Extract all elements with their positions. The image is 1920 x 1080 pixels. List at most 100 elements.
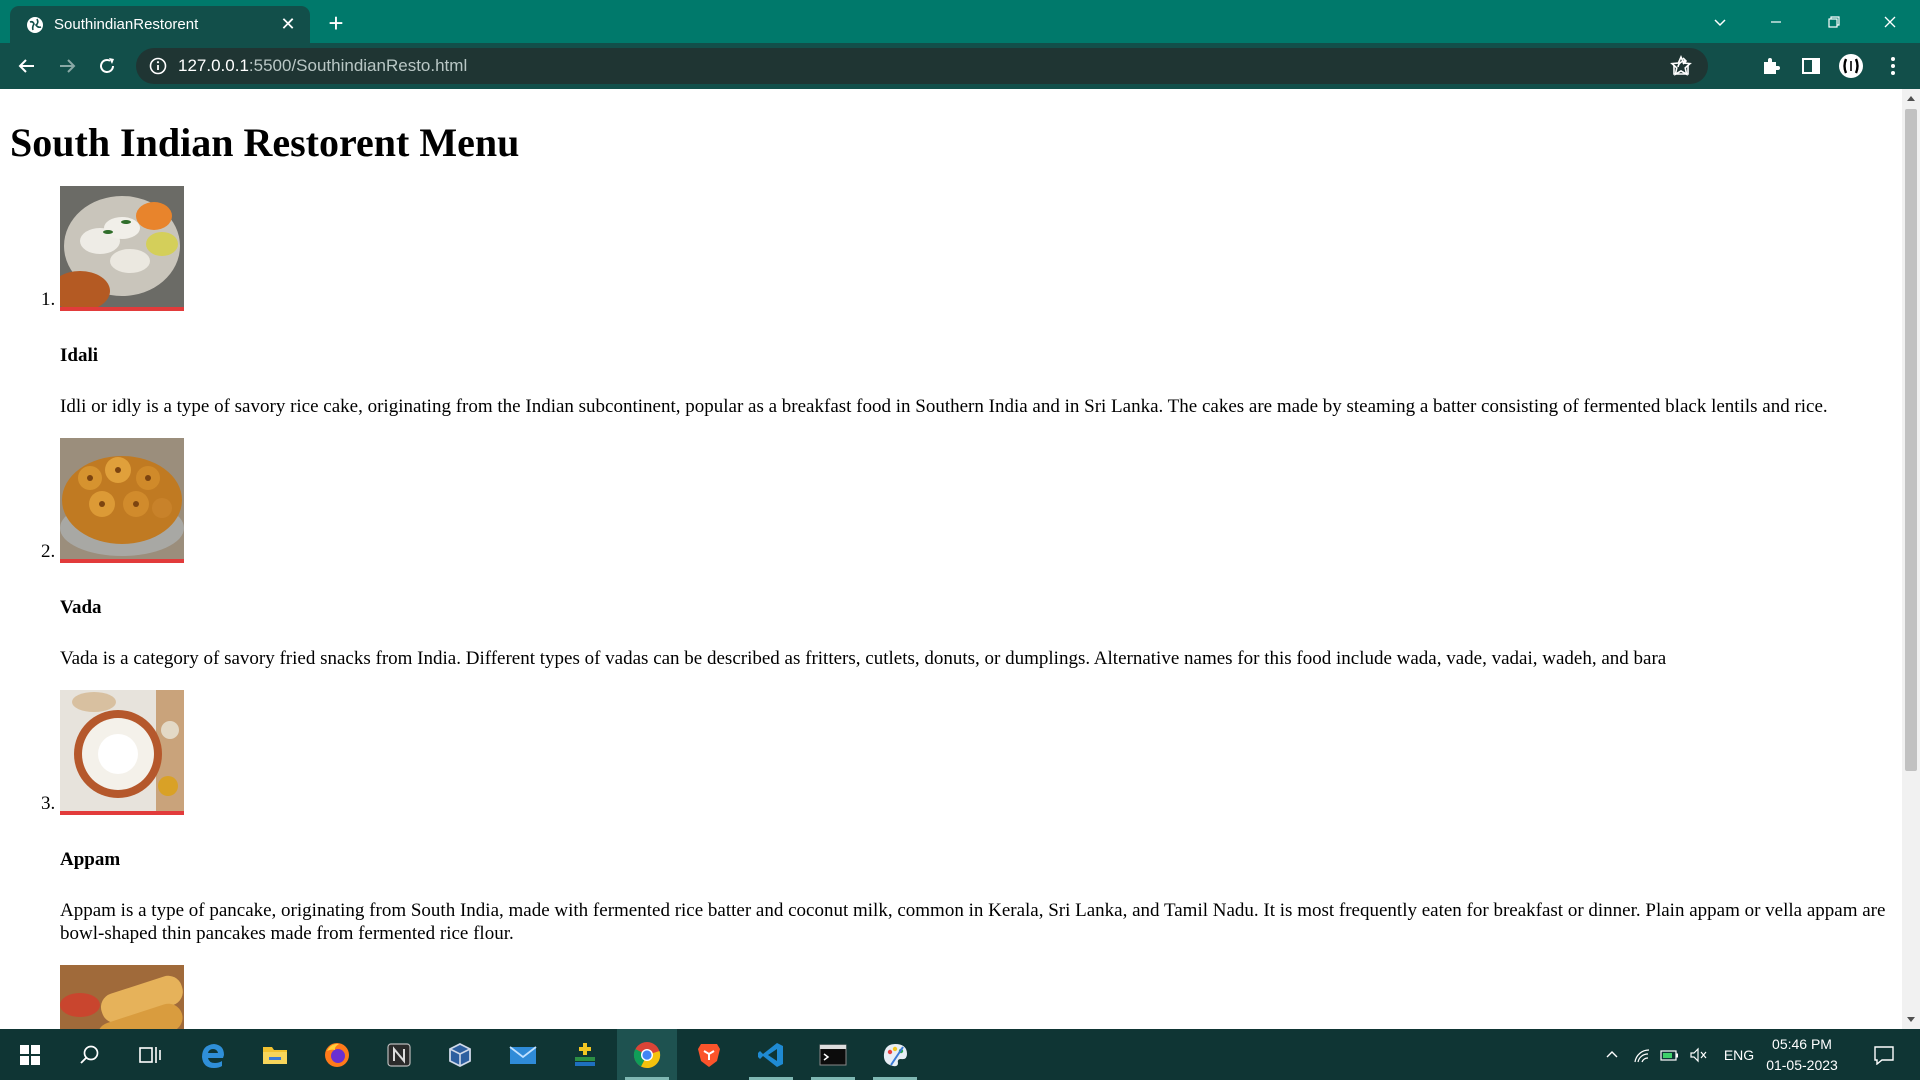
- volume-muted-icon: [1690, 1047, 1707, 1062]
- browser-menu-button[interactable]: [1880, 53, 1906, 79]
- brave-taskbar-icon[interactable]: [679, 1029, 739, 1080]
- new-tab-button[interactable]: +: [322, 9, 350, 37]
- page-viewport: South Indian Restorent Menu 1. Idali Idl…: [0, 89, 1902, 1029]
- palette-icon: [883, 1043, 907, 1066]
- info-icon[interactable]: [148, 56, 168, 76]
- mail-taskbar-icon[interactable]: [493, 1029, 553, 1080]
- forward-button[interactable]: [52, 51, 82, 81]
- reload-button[interactable]: [92, 51, 122, 81]
- star-icon: [1670, 55, 1692, 76]
- triangle-down-icon: [1907, 1017, 1915, 1022]
- close-icon: [1884, 16, 1896, 27]
- battery-icon: [1660, 1049, 1678, 1061]
- dish-name: Appam: [60, 849, 121, 870]
- close-window-button[interactable]: [1862, 0, 1918, 43]
- clock-time: 05:46 PM: [1772, 1036, 1832, 1052]
- mail-icon: [509, 1045, 537, 1064]
- language-indicator[interactable]: ENG: [1716, 1029, 1762, 1080]
- bookmark-star-button[interactable]: [1668, 53, 1694, 79]
- notion-icon: [387, 1042, 411, 1067]
- cube-icon: [449, 1042, 471, 1067]
- dosa-photo: [60, 965, 184, 1029]
- chevron-down-icon: [1714, 18, 1726, 26]
- paint-taskbar-icon[interactable]: [865, 1029, 925, 1080]
- menu-item-vada: 2. Vada Vada is a category of savory fri…: [60, 438, 1892, 670]
- search-icon: [80, 1045, 99, 1064]
- side-panel-button[interactable]: [1798, 53, 1824, 79]
- terminal-icon: [819, 1044, 847, 1065]
- brave-lion-icon: [698, 1043, 720, 1067]
- menu-item-partial: [60, 965, 1892, 1029]
- browser-tab[interactable]: SouthindianRestorent ✕: [10, 6, 310, 43]
- clock-date: 01-05-2023: [1766, 1057, 1838, 1073]
- close-tab-icon[interactable]: ✕: [276, 13, 300, 37]
- task-view-icon: [139, 1046, 161, 1063]
- arrow-right-icon: [60, 59, 76, 73]
- puzzle-icon: [1764, 58, 1780, 74]
- menu-item-appam: 3. Appam Appam is a type of pancake, ori…: [60, 690, 1892, 945]
- search-button[interactable]: [60, 1029, 120, 1080]
- minimize-button[interactable]: [1748, 0, 1804, 43]
- task-view-button[interactable]: [120, 1029, 180, 1080]
- scroll-up-button[interactable]: [1902, 89, 1920, 107]
- edge-icon: [202, 1043, 224, 1068]
- chrome-icon: [633, 1041, 661, 1068]
- page-content: South Indian Restorent Menu 1. Idali Idl…: [0, 119, 1902, 1029]
- back-button[interactable]: [12, 51, 42, 81]
- restore-icon: [1828, 15, 1840, 28]
- terminal-taskbar-icon[interactable]: [803, 1029, 863, 1080]
- virtualbox-taskbar-icon[interactable]: [430, 1029, 490, 1080]
- show-hidden-icons-button[interactable]: [1600, 1029, 1624, 1080]
- scroll-down-button[interactable]: [1902, 1011, 1920, 1029]
- battery-button[interactable]: [1658, 1029, 1682, 1080]
- url-path: :5500/SouthindianResto.html: [248, 56, 468, 75]
- network-button[interactable]: [1630, 1029, 1654, 1080]
- tab-search-button[interactable]: [1692, 0, 1748, 43]
- vada-photo: [60, 438, 184, 563]
- reload-icon: [100, 58, 114, 73]
- profile-button[interactable]: [1838, 53, 1864, 79]
- restore-button[interactable]: [1806, 0, 1862, 43]
- notification-icon: [1874, 1045, 1894, 1065]
- more-vert-icon: [1891, 57, 1895, 75]
- page-scrollbar[interactable]: [1902, 89, 1920, 1029]
- arrow-left-icon: [18, 59, 34, 73]
- app-taskbar-icon[interactable]: [555, 1029, 615, 1080]
- chevron-up-icon: [1606, 1050, 1618, 1057]
- url-host: 127.0.0.1: [178, 56, 249, 75]
- notion-taskbar-icon[interactable]: [369, 1029, 429, 1080]
- volume-button[interactable]: [1686, 1029, 1710, 1080]
- dish-description: Appam is a type of pancake, originating …: [60, 900, 1886, 944]
- dish-description: Idli or idly is a type of savory rice ca…: [60, 396, 1828, 417]
- dish-name: Idali: [60, 345, 99, 366]
- url-text[interactable]: 127.0.0.1:5500/SouthindianResto.html: [178, 56, 467, 76]
- notifications-button[interactable]: [1864, 1029, 1904, 1080]
- firefox-icon: [325, 1042, 349, 1067]
- appam-photo: [60, 690, 184, 815]
- idli-photo: [60, 186, 184, 311]
- wifi-icon: [1634, 1048, 1650, 1062]
- windows-taskbar: ENG 05:46 PM 01-05-2023: [0, 1029, 1920, 1080]
- scrollbar-thumb[interactable]: [1905, 109, 1917, 771]
- menu-item-idali: 1. Idali Idli or idly is a type of savor…: [60, 186, 1892, 418]
- dish-description: Vada is a category of savory fried snack…: [60, 648, 1667, 669]
- windows-logo-icon: [20, 1044, 40, 1065]
- page-title: South Indian Restorent Menu: [10, 120, 520, 165]
- address-bar[interactable]: 127.0.0.1:5500/SouthindianResto.html: [136, 48, 1708, 84]
- vscode-icon: [758, 1042, 783, 1067]
- side-panel-icon: [1802, 58, 1820, 74]
- dish-name: Vada: [60, 597, 102, 618]
- menu-list: 1. Idali Idli or idly is a type of savor…: [10, 186, 1892, 1029]
- browser-toolbar: 127.0.0.1:5500/SouthindianResto.html: [0, 43, 1920, 89]
- extensions-button[interactable]: [1758, 53, 1784, 79]
- edge-taskbar-icon[interactable]: [183, 1029, 243, 1080]
- firefox-taskbar-icon[interactable]: [307, 1029, 367, 1080]
- folder-icon: [263, 1046, 287, 1064]
- vscode-taskbar-icon[interactable]: [741, 1029, 801, 1080]
- start-button[interactable]: [0, 1029, 60, 1080]
- tab-title: SouthindianRestorent: [54, 16, 199, 33]
- triangle-up-icon: [1907, 96, 1915, 101]
- clock[interactable]: 05:46 PM 01-05-2023: [1762, 1034, 1842, 1076]
- file-explorer-taskbar-icon[interactable]: [245, 1029, 305, 1080]
- chrome-taskbar-icon[interactable]: [617, 1029, 677, 1080]
